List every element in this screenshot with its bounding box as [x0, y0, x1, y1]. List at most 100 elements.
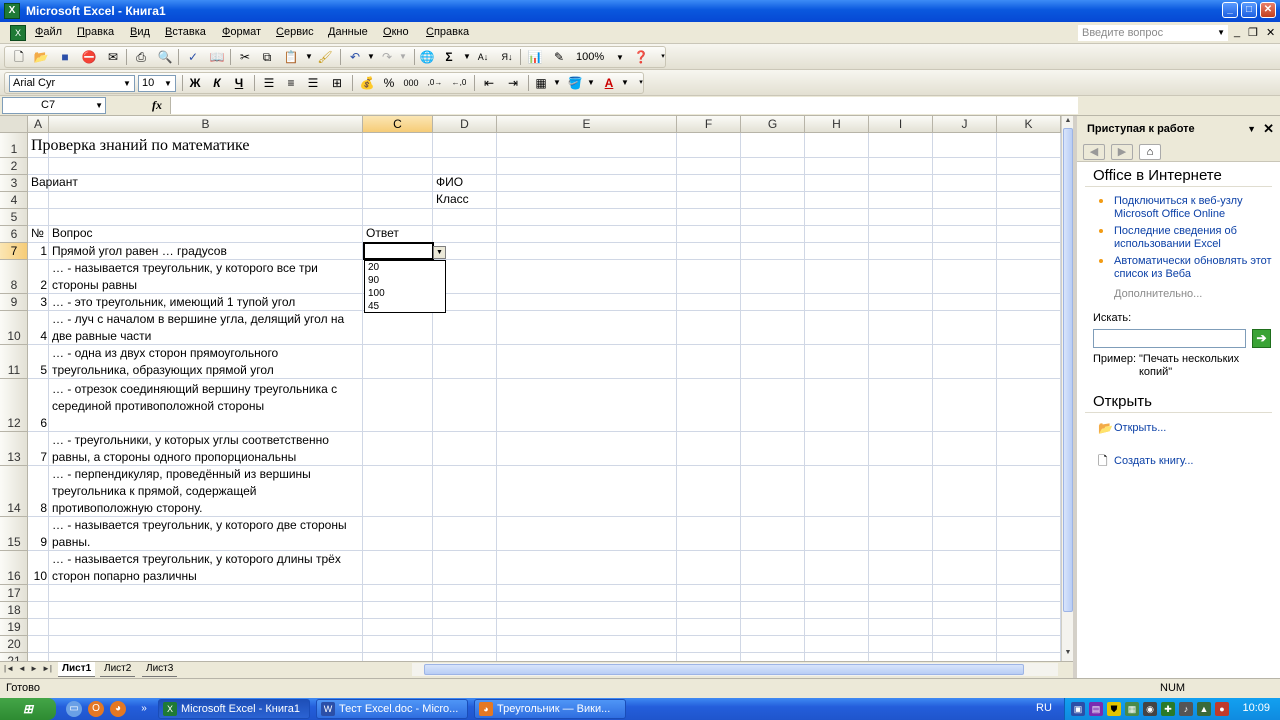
sheet-tab-3[interactable]: Лист3 — [142, 662, 178, 677]
bold-button[interactable]: Ж — [186, 74, 204, 92]
scroll-down-icon[interactable]: ▼ — [1063, 649, 1073, 659]
auto-update-link[interactable]: Автоматически обновлять этот список из В… — [1114, 255, 1274, 281]
underline-button[interactable]: Ч — [230, 74, 248, 92]
print-icon[interactable]: ⎙ — [132, 48, 150, 66]
dropdown-option[interactable]: 90 — [365, 274, 445, 287]
search-input[interactable] — [1093, 329, 1246, 348]
validation-dropdown-list[interactable]: 20 90 100 45 — [364, 260, 446, 313]
row-header[interactable]: 12 — [0, 379, 28, 432]
sort-descending-icon[interactable]: Я↓ — [498, 48, 516, 66]
italic-button[interactable]: К — [208, 74, 226, 92]
chevron-down-icon[interactable]: ▼ — [162, 76, 174, 91]
row-header[interactable]: 10 — [0, 311, 28, 345]
chevron-down-icon[interactable]: ▼ — [95, 98, 103, 113]
column-header[interactable]: B — [49, 116, 363, 133]
menu-file[interactable]: Файл — [35, 26, 62, 38]
insert-function-icon[interactable]: fx — [152, 98, 162, 113]
horizontal-scrollbar[interactable] — [412, 663, 1058, 676]
tray-app-icon[interactable]: ● — [1215, 702, 1229, 716]
workbook-close-button[interactable]: ✕ — [1266, 26, 1275, 39]
chevron-down-icon[interactable]: ▼ — [614, 50, 626, 65]
office-online-link[interactable]: Подключиться к веб-узлу Microsoft Office… — [1114, 195, 1274, 221]
menu-view[interactable]: Вид — [130, 26, 150, 38]
opera-icon[interactable]: O — [88, 701, 104, 717]
research-icon[interactable]: 📖 — [208, 48, 226, 66]
decrease-indent-icon[interactable]: ⇤ — [480, 74, 498, 92]
drawing-icon[interactable]: ✎ — [550, 48, 568, 66]
maximize-button[interactable]: □ — [1241, 2, 1257, 18]
menu-window[interactable]: Окно — [383, 26, 409, 38]
column-header[interactable]: D — [433, 116, 497, 133]
increase-indent-icon[interactable]: ⇥ — [504, 74, 522, 92]
sort-ascending-icon[interactable]: A↓ — [474, 48, 492, 66]
tray-app-icon[interactable]: ◉ — [1143, 702, 1157, 716]
merge-center-icon[interactable]: ⊞ — [328, 74, 346, 92]
row-header[interactable]: 15 — [0, 517, 28, 551]
font-name-combo[interactable]: Arial Cyr ▼ — [9, 75, 135, 92]
first-sheet-icon[interactable]: |◄ — [4, 664, 14, 673]
toolbar-options-icon[interactable]: ▾ — [654, 48, 672, 66]
tray-app-icon[interactable]: ▲ — [1197, 702, 1211, 716]
column-header[interactable]: E — [497, 116, 677, 133]
row-header[interactable]: 1 — [0, 133, 28, 158]
forward-icon[interactable]: ▶ — [1111, 144, 1133, 160]
decrease-decimal-icon[interactable]: ←,0 — [450, 74, 468, 92]
permission-icon[interactable]: ⛔ — [80, 48, 98, 66]
workbook-icon[interactable]: X — [10, 25, 26, 41]
zoom-combo[interactable]: 100% ▼ — [572, 49, 628, 66]
row-header[interactable]: 9 — [0, 294, 28, 311]
ask-question-input[interactable]: Введите вопрос ▼ — [1078, 25, 1228, 41]
chevron-down-icon[interactable]: ▼ — [1217, 26, 1225, 40]
row-header[interactable]: 16 — [0, 551, 28, 585]
align-center-icon[interactable]: ≡ — [282, 74, 300, 92]
taskbar-word-button[interactable]: W Тест Excel.doc - Micro... — [316, 699, 468, 719]
percent-icon[interactable]: % — [380, 74, 398, 92]
open-file-link[interactable]: Открыть... — [1114, 422, 1274, 435]
chevron-down-icon[interactable]: ▼ — [582, 74, 600, 92]
row-header[interactable]: 4 — [0, 192, 28, 209]
thousands-icon[interactable]: 000 — [402, 74, 420, 92]
format-painter-icon[interactable]: 🖌 — [316, 48, 334, 66]
workbook-restore-button[interactable]: ❐ — [1248, 26, 1258, 39]
latest-news-link[interactable]: Последние сведения об использовании Exce… — [1114, 225, 1274, 251]
last-sheet-icon[interactable]: ►| — [42, 664, 52, 673]
prev-sheet-icon[interactable]: ◄ — [18, 664, 26, 673]
font-size-combo[interactable]: 10 ▼ — [138, 75, 176, 92]
column-header[interactable]: H — [805, 116, 869, 133]
row-header[interactable]: 11 — [0, 345, 28, 379]
hyperlink-icon[interactable]: 🌐 — [418, 48, 436, 66]
chevron-down-icon[interactable]: ▼ — [1247, 116, 1256, 142]
copy-icon[interactable]: ⧉ — [258, 48, 276, 66]
new-icon[interactable]: 🗋 — [10, 48, 28, 66]
search-go-button[interactable]: ➔ — [1252, 329, 1271, 348]
sheet-tab-2[interactable]: Лист2 — [100, 662, 136, 677]
row-header[interactable]: 13 — [0, 432, 28, 466]
show-desktop-icon[interactable]: ▭ — [66, 701, 82, 717]
tray-app-icon[interactable]: ▣ — [1071, 702, 1085, 716]
align-right-icon[interactable]: ☰ — [304, 74, 322, 92]
menu-data[interactable]: Данные — [328, 26, 368, 38]
vertical-scrollbar[interactable]: ▲ ▼ — [1061, 116, 1073, 661]
minimize-button[interactable]: _ — [1222, 2, 1238, 18]
language-indicator[interactable]: RU — [1036, 702, 1052, 714]
workbook-minimize-button[interactable]: _ — [1234, 26, 1240, 38]
tray-app-icon[interactable]: ✚ — [1161, 702, 1175, 716]
formula-input[interactable] — [170, 97, 1078, 114]
email-icon[interactable]: ✉ — [104, 48, 122, 66]
excel-app-icon[interactable]: X — [4, 3, 20, 19]
row-header[interactable]: 2 — [0, 158, 28, 175]
increase-decimal-icon[interactable]: ,0→ — [426, 74, 444, 92]
row-header[interactable]: 14 — [0, 466, 28, 517]
chevron-down-icon[interactable]: ▼ — [121, 76, 133, 91]
cut-icon[interactable]: ✂ — [236, 48, 254, 66]
name-box[interactable]: C7 ▼ — [2, 97, 106, 114]
vertical-scroll-thumb[interactable] — [1063, 128, 1073, 612]
close-button[interactable]: ✕ — [1260, 2, 1276, 18]
column-header[interactable]: C — [363, 116, 433, 133]
row-header[interactable]: 5 — [0, 209, 28, 226]
chevron-down-icon[interactable]: ▼ — [394, 48, 412, 66]
save-icon[interactable]: ■ — [56, 48, 74, 66]
sheet-tab-1[interactable]: Лист1 — [58, 662, 96, 677]
security-shield-icon[interactable]: ⛊ — [1107, 702, 1121, 716]
firefox-icon[interactable]: ◕ — [110, 701, 126, 717]
